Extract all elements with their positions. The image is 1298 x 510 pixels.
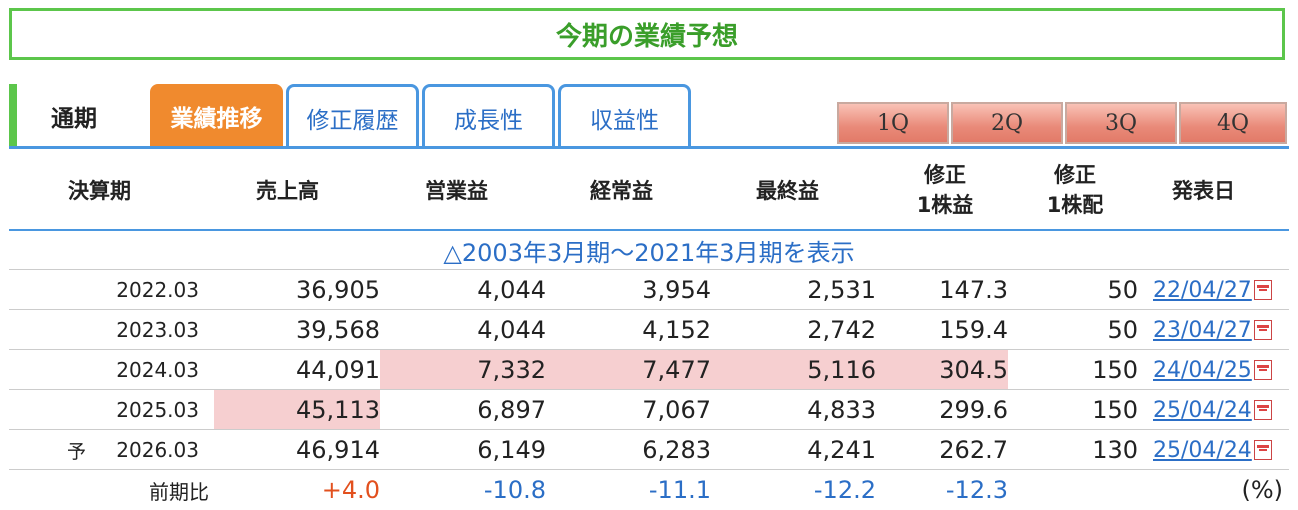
pdf-icon[interactable] bbox=[1253, 400, 1272, 420]
dividend-cell: 150 bbox=[1092, 356, 1138, 384]
tab-annual: 通期 bbox=[51, 106, 97, 132]
quarter-button-2q[interactable]: 2Q bbox=[951, 102, 1063, 144]
announce-date-link[interactable]: 25/04/24 bbox=[1153, 390, 1289, 430]
table-top-rule bbox=[9, 146, 1289, 149]
tab-profitability[interactable]: 収益性 bbox=[558, 84, 691, 148]
sales-change: +4.0 bbox=[321, 476, 380, 504]
quarter-button-1q[interactable]: 1Q bbox=[837, 102, 949, 144]
dividend-cell: 150 bbox=[1092, 396, 1138, 424]
table-row: 2022.03 36,905 4,044 3,954 2,531 147.3 5… bbox=[9, 269, 1289, 310]
period-cell: 2026.03 bbox=[116, 438, 199, 462]
header-period: 決算期 bbox=[68, 179, 131, 203]
dividend-cell: 50 bbox=[1107, 276, 1138, 304]
eps-cell: 299.6 bbox=[939, 396, 1008, 424]
eps-cell-highlighted: 304.5 bbox=[876, 350, 1008, 390]
tab-bar: 通期 業績推移 修正履歴 成長性 収益性 1Q 2Q 3Q 4Q bbox=[9, 84, 1289, 148]
pdf-icon[interactable] bbox=[1253, 360, 1272, 380]
pdf-icon[interactable] bbox=[1253, 280, 1272, 300]
period-cell: 2023.03 bbox=[116, 318, 199, 342]
dividend-cell: 50 bbox=[1107, 316, 1138, 344]
operating-cell-highlighted: 7,332 bbox=[380, 350, 546, 390]
ordinary-cell: 6,283 bbox=[642, 436, 711, 464]
period-cell: 2024.03 bbox=[116, 358, 199, 382]
eps-cell: 159.4 bbox=[939, 316, 1008, 344]
header-dividend: 修正 1株配 bbox=[1035, 150, 1115, 230]
table-row: 2023.03 39,568 4,044 4,152 2,742 159.4 5… bbox=[9, 309, 1289, 350]
operating-change: -10.8 bbox=[483, 476, 546, 504]
quarter-button-4q[interactable]: 4Q bbox=[1179, 102, 1287, 144]
ordinary-change: -11.1 bbox=[648, 476, 711, 504]
header-announce-date: 発表日 bbox=[1172, 179, 1235, 203]
ordinary-cell: 3,954 bbox=[642, 276, 711, 304]
net-cell: 2,531 bbox=[807, 276, 876, 304]
comparison-label: 前期比 bbox=[149, 479, 209, 504]
announce-date-text[interactable]: 25/04/24 bbox=[1153, 398, 1252, 423]
tab-growth[interactable]: 成長性 bbox=[422, 84, 555, 148]
net-cell: 4,833 bbox=[807, 396, 876, 424]
quarter-button-3q[interactable]: 3Q bbox=[1065, 102, 1177, 144]
sales-cell: 39,568 bbox=[296, 316, 380, 344]
operating-cell: 6,897 bbox=[477, 396, 546, 424]
period-cell: 2022.03 bbox=[116, 278, 199, 302]
net-cell: 4,241 bbox=[807, 436, 876, 464]
header-ordinary-profit: 経常益 bbox=[590, 179, 653, 203]
announce-date-link[interactable]: 22/04/27 bbox=[1153, 270, 1289, 310]
header-dividend-line2: 1株配 bbox=[1046, 193, 1104, 217]
header-eps-line1: 修正 bbox=[924, 163, 966, 187]
sales-cell-highlighted: 45,113 bbox=[214, 390, 380, 430]
ordinary-cell: 4,152 bbox=[642, 316, 711, 344]
sales-cell: 36,905 bbox=[296, 276, 380, 304]
announce-date-text[interactable]: 22/04/27 bbox=[1153, 278, 1252, 303]
operating-cell: 6,149 bbox=[477, 436, 546, 464]
pdf-icon[interactable] bbox=[1253, 320, 1272, 340]
sales-cell: 44,091 bbox=[296, 356, 380, 384]
period-cell: 2025.03 bbox=[116, 398, 199, 422]
operating-cell: 4,044 bbox=[477, 316, 546, 344]
announce-date-text[interactable]: 25/04/24 bbox=[1153, 438, 1252, 463]
announce-date-link[interactable]: 24/04/25 bbox=[1153, 350, 1289, 390]
header-eps-line2: 1株益 bbox=[916, 193, 974, 217]
pdf-icon[interactable] bbox=[1253, 440, 1272, 460]
announce-date-link[interactable]: 25/04/24 bbox=[1153, 430, 1289, 470]
comparison-row: 前期比 +4.0 -10.8 -11.1 -12.2 -12.3 (%) bbox=[9, 469, 1289, 510]
header-operating-profit: 営業益 bbox=[425, 179, 488, 203]
tab-revision-history[interactable]: 修正履歴 bbox=[286, 84, 419, 148]
unit-label: (%) bbox=[1241, 476, 1283, 504]
net-cell-highlighted: 5,116 bbox=[711, 350, 876, 390]
net-cell: 2,742 bbox=[807, 316, 876, 344]
ordinary-cell: 7,067 bbox=[642, 396, 711, 424]
section-marker bbox=[9, 84, 17, 148]
eps-change: -12.3 bbox=[945, 476, 1008, 504]
eps-cell: 147.3 bbox=[939, 276, 1008, 304]
dividend-cell: 130 bbox=[1092, 436, 1138, 464]
net-change: -12.2 bbox=[813, 476, 876, 504]
table-row: 2025.03 45,113 6,897 7,067 4,833 299.6 1… bbox=[9, 389, 1289, 430]
header-net-profit: 最終益 bbox=[756, 179, 819, 203]
eps-cell: 262.7 bbox=[939, 436, 1008, 464]
announce-date-link[interactable]: 23/04/27 bbox=[1153, 310, 1289, 350]
sales-cell: 46,914 bbox=[296, 436, 380, 464]
header-sales: 売上高 bbox=[256, 179, 319, 203]
table-row: 2024.03 44,091 7,332 7,477 5,116 304.5 1… bbox=[9, 349, 1289, 390]
show-all-periods-link[interactable]: △2003年3月期～2021年3月期を表示 bbox=[9, 231, 1289, 269]
announce-date-text[interactable]: 24/04/25 bbox=[1153, 358, 1252, 383]
table-row-forecast: 予 2026.03 46,914 6,149 6,283 4,241 262.7… bbox=[9, 429, 1289, 470]
ordinary-cell-highlighted: 7,477 bbox=[546, 350, 711, 390]
section-title: 今期の業績予想 bbox=[9, 8, 1285, 60]
tab-performance-trend[interactable]: 業績推移 bbox=[150, 84, 283, 148]
header-dividend-line1: 修正 bbox=[1054, 163, 1096, 187]
announce-date-text[interactable]: 23/04/27 bbox=[1153, 318, 1252, 343]
operating-cell: 4,044 bbox=[477, 276, 546, 304]
header-eps: 修正 1株益 bbox=[905, 150, 985, 230]
